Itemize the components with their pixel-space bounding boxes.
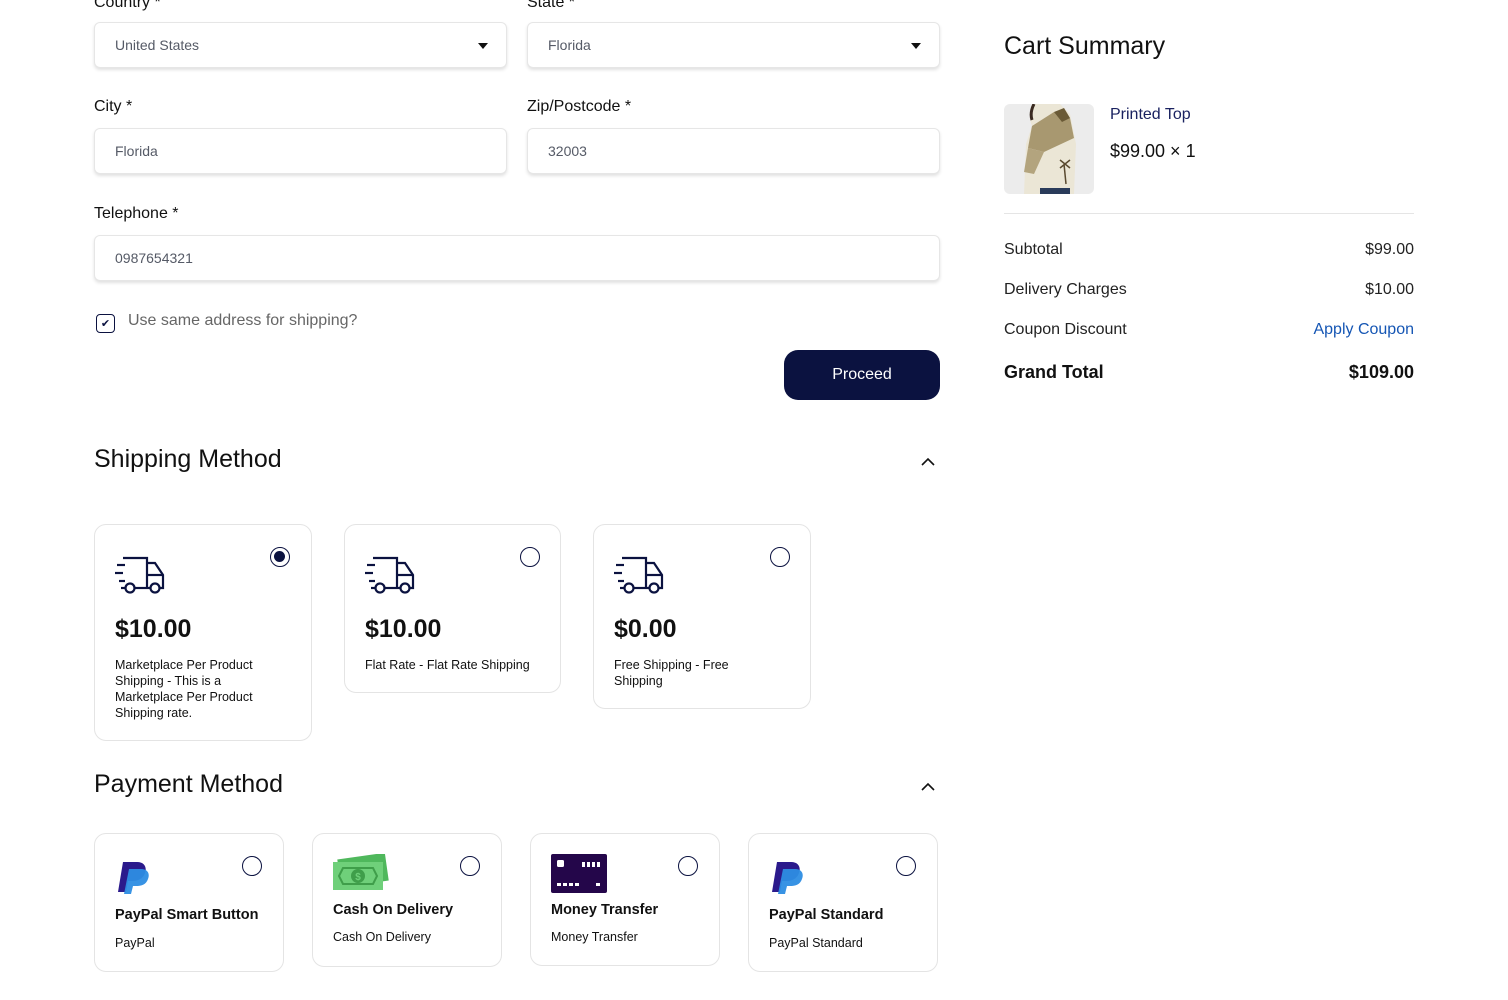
- shipping-price: $10.00: [365, 615, 442, 643]
- payment-title: PayPal Standard: [769, 907, 884, 923]
- shipping-description: Flat Rate - Flat Rate Shipping: [365, 658, 530, 672]
- caret-down-icon: [478, 43, 488, 49]
- grand-total-label: Grand Total: [1004, 362, 1104, 382]
- shipping-description: Free Shipping - Free Shipping: [614, 658, 729, 688]
- payment-radio[interactable]: [896, 856, 916, 876]
- card-icon: [551, 854, 607, 893]
- checkmark-icon: ✔: [100, 318, 111, 330]
- chevron-up-icon[interactable]: [920, 780, 936, 792]
- shipping-radio[interactable]: [270, 547, 290, 567]
- product-price-qty: $99.00 × 1: [1110, 141, 1196, 161]
- truck-icon: [115, 556, 165, 594]
- truck-icon: [365, 556, 415, 594]
- divider: [1004, 213, 1414, 214]
- shipping-price: $10.00: [115, 615, 192, 643]
- shipping-option-card[interactable]: $10.00 Flat Rate - Flat Rate Shipping: [344, 524, 561, 693]
- grand-total-row: Grand Total $109.00: [1004, 362, 1414, 383]
- product-image[interactable]: [1004, 104, 1094, 194]
- country-value: United States: [115, 37, 200, 53]
- delivery-row: Delivery Charges $10.00: [1004, 281, 1414, 299]
- delivery-value: $10.00: [1365, 281, 1414, 298]
- payment-title: PayPal Smart Button: [115, 907, 259, 923]
- state-select[interactable]: Florida: [527, 22, 940, 68]
- coupon-row: Coupon Discount Apply Coupon: [1004, 321, 1414, 339]
- payment-option-card[interactable]: Money Transfer Money Transfer: [530, 833, 720, 966]
- telephone-input[interactable]: 0987654321: [94, 235, 940, 281]
- cash-icon: $: [333, 854, 389, 890]
- telephone-value: 0987654321: [115, 250, 193, 266]
- subtotal-row: Subtotal $99.00: [1004, 241, 1414, 259]
- truck-icon: [614, 556, 664, 594]
- shipping-option-card[interactable]: $10.00 Marketplace Per Product Shipping …: [94, 524, 312, 741]
- payment-method-title: Payment Method: [94, 770, 283, 798]
- payment-radio[interactable]: [242, 856, 262, 876]
- state-value: Florida: [548, 37, 591, 53]
- subtotal-value: $99.00: [1365, 241, 1414, 258]
- apply-coupon-link[interactable]: Apply Coupon: [1313, 321, 1414, 339]
- zip-label: Zip/Postcode *: [527, 98, 632, 115]
- payment-option-card[interactable]: PayPal Smart Button PayPal: [94, 833, 284, 972]
- payment-title: Money Transfer: [551, 902, 659, 918]
- state-label: State *: [527, 0, 576, 11]
- payment-subtitle: PayPal: [115, 936, 155, 950]
- payment-subtitle: Money Transfer: [551, 930, 638, 944]
- payment-radio[interactable]: [678, 856, 698, 876]
- payment-option-card[interactable]: $ Cash On Delivery Cash On Delivery: [312, 833, 502, 967]
- grand-total-value: $109.00: [1348, 362, 1414, 382]
- shipping-radio[interactable]: [770, 547, 790, 567]
- payment-radio[interactable]: [460, 856, 480, 876]
- product-name[interactable]: Printed Top: [1110, 106, 1191, 124]
- shipping-radio[interactable]: [520, 547, 540, 567]
- delivery-label: Delivery Charges: [1004, 281, 1127, 298]
- payment-subtitle: Cash On Delivery: [333, 930, 431, 944]
- country-select[interactable]: United States: [94, 22, 507, 68]
- caret-down-icon: [911, 43, 921, 49]
- country-label: Country *: [94, 0, 161, 11]
- subtotal-label: Subtotal: [1004, 241, 1063, 258]
- city-label: City *: [94, 98, 133, 115]
- shipping-method-title: Shipping Method: [94, 445, 282, 473]
- shipping-description: Marketplace Per Product Shipping - This …: [115, 658, 253, 720]
- zip-value: 32003: [548, 143, 587, 159]
- payment-option-card[interactable]: PayPal Standard PayPal Standard: [748, 833, 938, 972]
- cart-summary-title: Cart Summary: [1004, 32, 1166, 60]
- chevron-up-icon[interactable]: [920, 455, 936, 467]
- payment-subtitle: PayPal Standard: [769, 936, 863, 950]
- telephone-label: Telephone *: [94, 205, 179, 222]
- zip-input[interactable]: 32003: [527, 128, 940, 174]
- shipping-option-card[interactable]: $0.00 Free Shipping - Free Shipping: [593, 524, 811, 709]
- city-input[interactable]: Florida: [94, 128, 507, 174]
- coupon-label: Coupon Discount: [1004, 321, 1127, 338]
- same-address-checkbox[interactable]: ✔: [96, 314, 115, 333]
- proceed-button[interactable]: Proceed: [784, 350, 940, 400]
- payment-title: Cash On Delivery: [333, 902, 454, 918]
- city-value: Florida: [115, 143, 158, 159]
- same-address-label[interactable]: Use same address for shipping?: [128, 312, 357, 330]
- shipping-price: $0.00: [614, 615, 677, 643]
- svg-text:$: $: [355, 872, 361, 883]
- paypal-icon: [772, 862, 803, 894]
- paypal-icon: [118, 862, 149, 894]
